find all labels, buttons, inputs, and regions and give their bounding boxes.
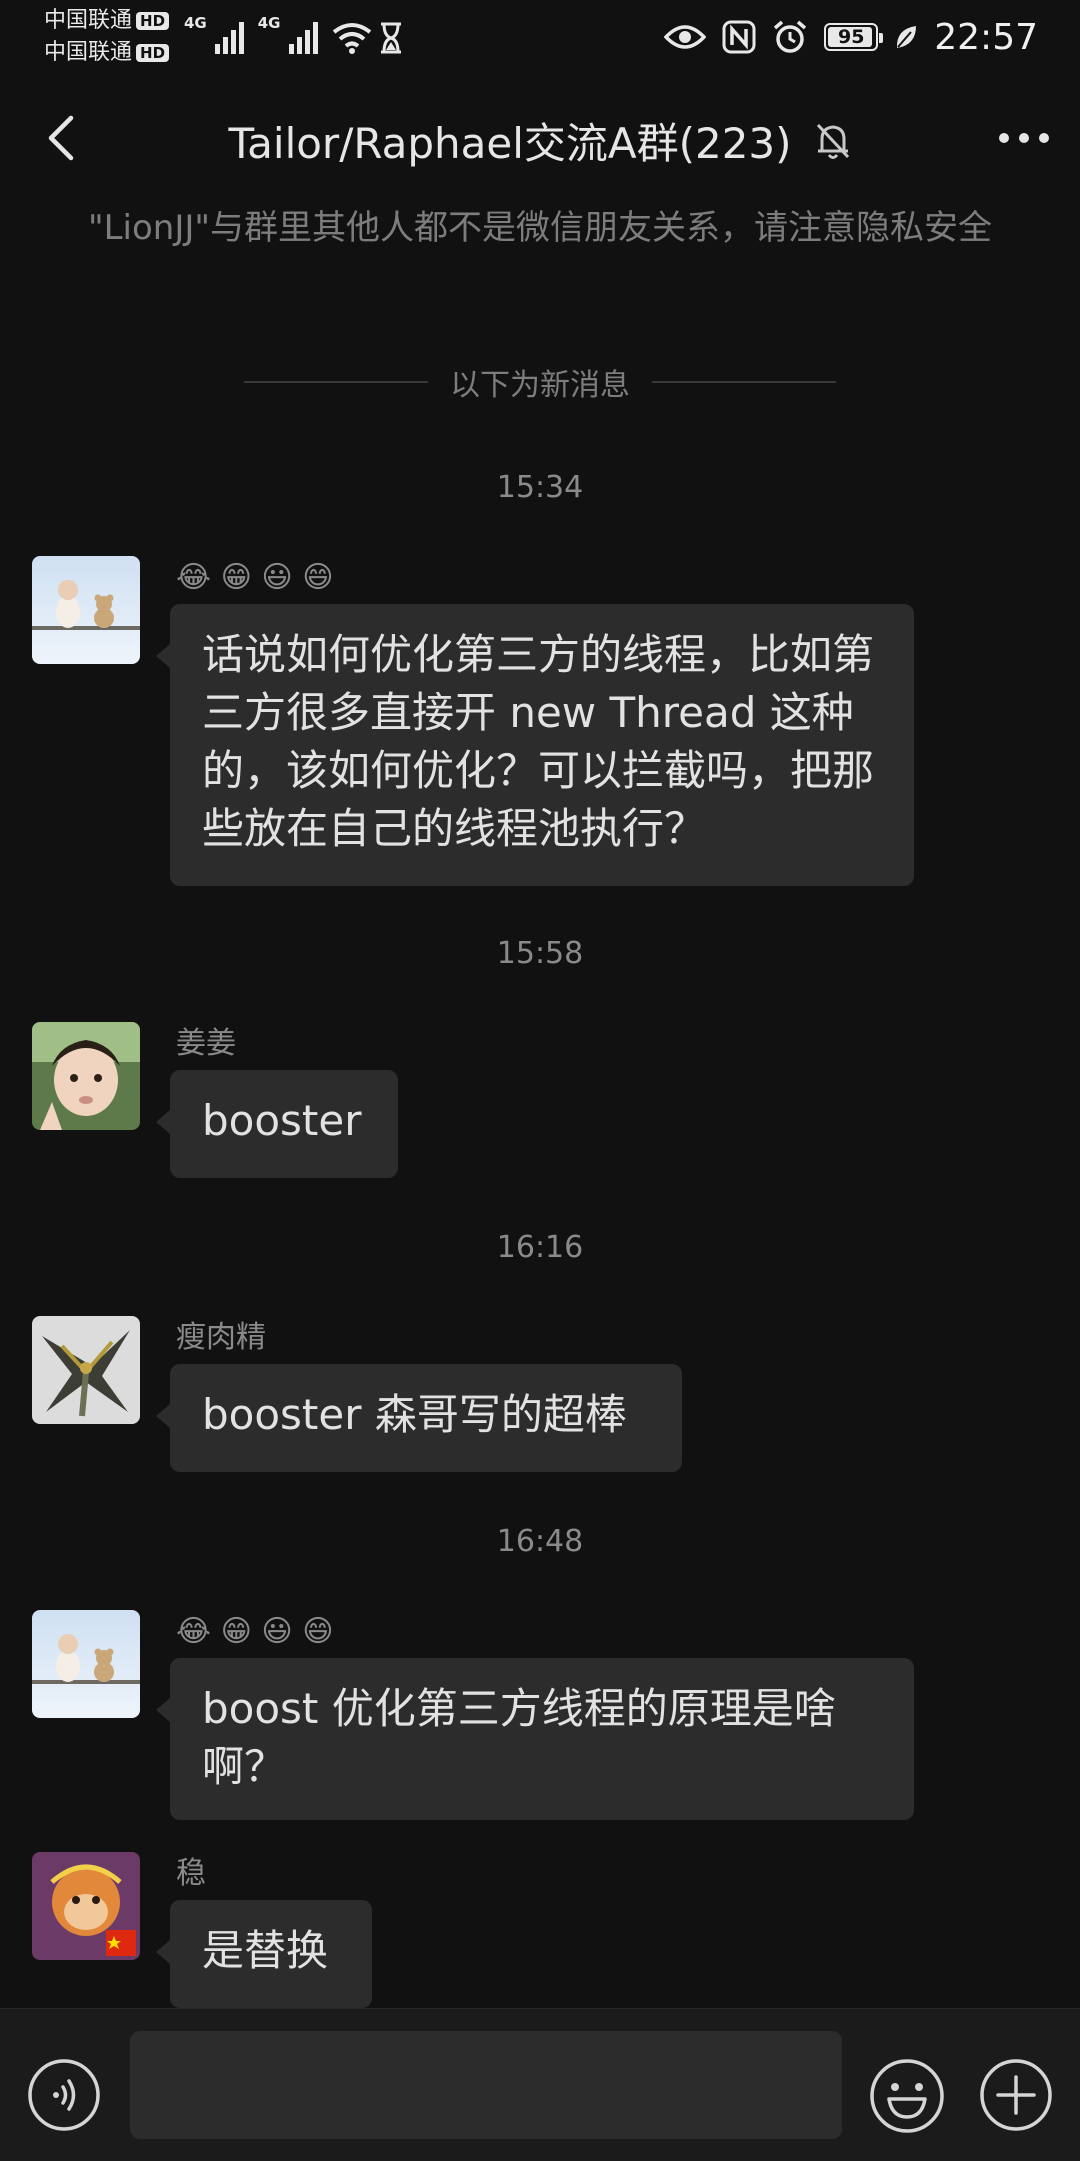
message-item: 😂 😁 😃 😄 boost 优化第三方线程的原理是啥啊？ xyxy=(32,1610,1032,1820)
timestamp: 16:16 xyxy=(496,1230,584,1265)
privacy-notice: "LionJJ"与群里其他人都不是微信朋友关系，请注意隐私安全 xyxy=(87,208,993,248)
network-status: 4G 4G xyxy=(184,14,404,54)
message-item: 😂 😁 😃 😄 话说如何优化第三方的线程，比如第三方很多直接开 new Thre… xyxy=(32,556,1032,886)
avatar-child-photo xyxy=(32,1022,140,1130)
message-bubble[interactable]: 话说如何优化第三方的线程，比如第三方很多直接开 new Thread 这种的，该… xyxy=(156,604,914,886)
more-button[interactable] xyxy=(994,108,1054,168)
signal-icon xyxy=(214,20,244,54)
divider-line-right xyxy=(652,381,836,383)
carrier-info: 中国联通 HD 中国联通 HD xyxy=(44,6,170,68)
voice-icon xyxy=(28,2059,100,2131)
message-input[interactable] xyxy=(130,2031,842,2139)
voice-button[interactable] xyxy=(26,2057,102,2133)
chat-header: Tailor/Raphael交流A群(223) xyxy=(0,90,1080,186)
message-bubble[interactable]: boost 优化第三方线程的原理是啥啊？ xyxy=(156,1658,914,1820)
avatar[interactable] xyxy=(32,1610,140,1718)
plus-icon xyxy=(980,2059,1052,2131)
emoji-icon xyxy=(870,2059,944,2133)
eye-icon xyxy=(664,25,707,49)
alarm-icon xyxy=(774,20,807,53)
status-bar: 中国联通 HD 中国联通 HD 4G 4G 95 22:57 xyxy=(0,0,1080,70)
chat-title-area: Tailor/Raphael交流A群(223) xyxy=(150,110,930,171)
status-right: 95 22:57 xyxy=(664,12,1038,62)
divider-line-left xyxy=(244,381,428,383)
battery-percent: 95 xyxy=(838,26,865,48)
more-icon xyxy=(999,133,1049,143)
emoji-button[interactable] xyxy=(868,2057,946,2135)
mute-bell-icon xyxy=(816,123,849,159)
chat-title: Tailor/Raphael交流A群(223) xyxy=(228,119,792,168)
message-item: 稳 是替换 xyxy=(32,1852,1032,2012)
chat-input-bar xyxy=(0,2008,1080,2161)
network-type-2: 4G xyxy=(257,14,281,32)
message-bubble[interactable]: booster xyxy=(156,1070,398,1178)
chat-title-wrap: Tailor/Raphael交流A群(223) xyxy=(228,110,851,171)
back-button[interactable] xyxy=(30,108,90,168)
timestamp: 15:58 xyxy=(496,936,584,971)
clock: 22:57 xyxy=(934,16,1038,58)
sender-name: 姜姜 xyxy=(176,1026,236,1061)
sender-name: 稳 xyxy=(176,1856,206,1891)
avatar[interactable] xyxy=(32,1316,140,1424)
message-bubble[interactable]: booster 森哥写的超棒 xyxy=(156,1364,682,1472)
timestamp: 16:48 xyxy=(496,1524,584,1559)
sender-name: 瘦肉精 xyxy=(176,1320,266,1355)
avatar-baby-teddy-image xyxy=(32,1610,140,1718)
sender-name: 😂 😁 😃 😄 xyxy=(176,1614,334,1649)
new-messages-divider: 以下为新消息 xyxy=(244,360,836,404)
hd-badge-1: HD xyxy=(136,12,170,30)
back-icon xyxy=(48,115,74,161)
carrier-name-1: 中国联通 xyxy=(44,8,133,33)
carrier-name-2: 中国联通 xyxy=(44,40,133,65)
carrier-line-1: 中国联通 HD xyxy=(44,6,170,36)
avatar[interactable] xyxy=(32,556,140,664)
leaf-icon xyxy=(897,26,917,48)
carrier-line-2: 中国联通 HD xyxy=(44,38,170,68)
new-messages-label: 以下为新消息 xyxy=(450,368,630,403)
avatar[interactable] xyxy=(32,1022,140,1130)
message-item: 瘦肉精 booster 森哥写的超棒 xyxy=(32,1316,1032,1476)
signal-icon-2 xyxy=(288,20,318,54)
avatar-figure-photo xyxy=(32,1316,140,1424)
network-type-1: 4G xyxy=(184,14,207,32)
avatar[interactable] xyxy=(32,1852,140,1960)
battery-icon: 95 xyxy=(824,23,884,51)
avatar-baby-teddy-image xyxy=(32,556,140,664)
sender-name: 😂 😁 😃 😄 xyxy=(176,560,334,595)
message-bubble[interactable]: 是替换 xyxy=(156,1900,372,2008)
hourglass-icon xyxy=(380,22,401,54)
more-functions-button[interactable] xyxy=(978,2057,1054,2133)
nfc-icon xyxy=(722,20,756,54)
avatar-monkey-king-image xyxy=(32,1852,140,1960)
wifi-icon xyxy=(332,23,371,54)
timestamp: 15:34 xyxy=(496,470,584,505)
hd-badge-2: HD xyxy=(136,44,170,62)
message-item: 姜姜 booster xyxy=(32,1022,1032,1182)
